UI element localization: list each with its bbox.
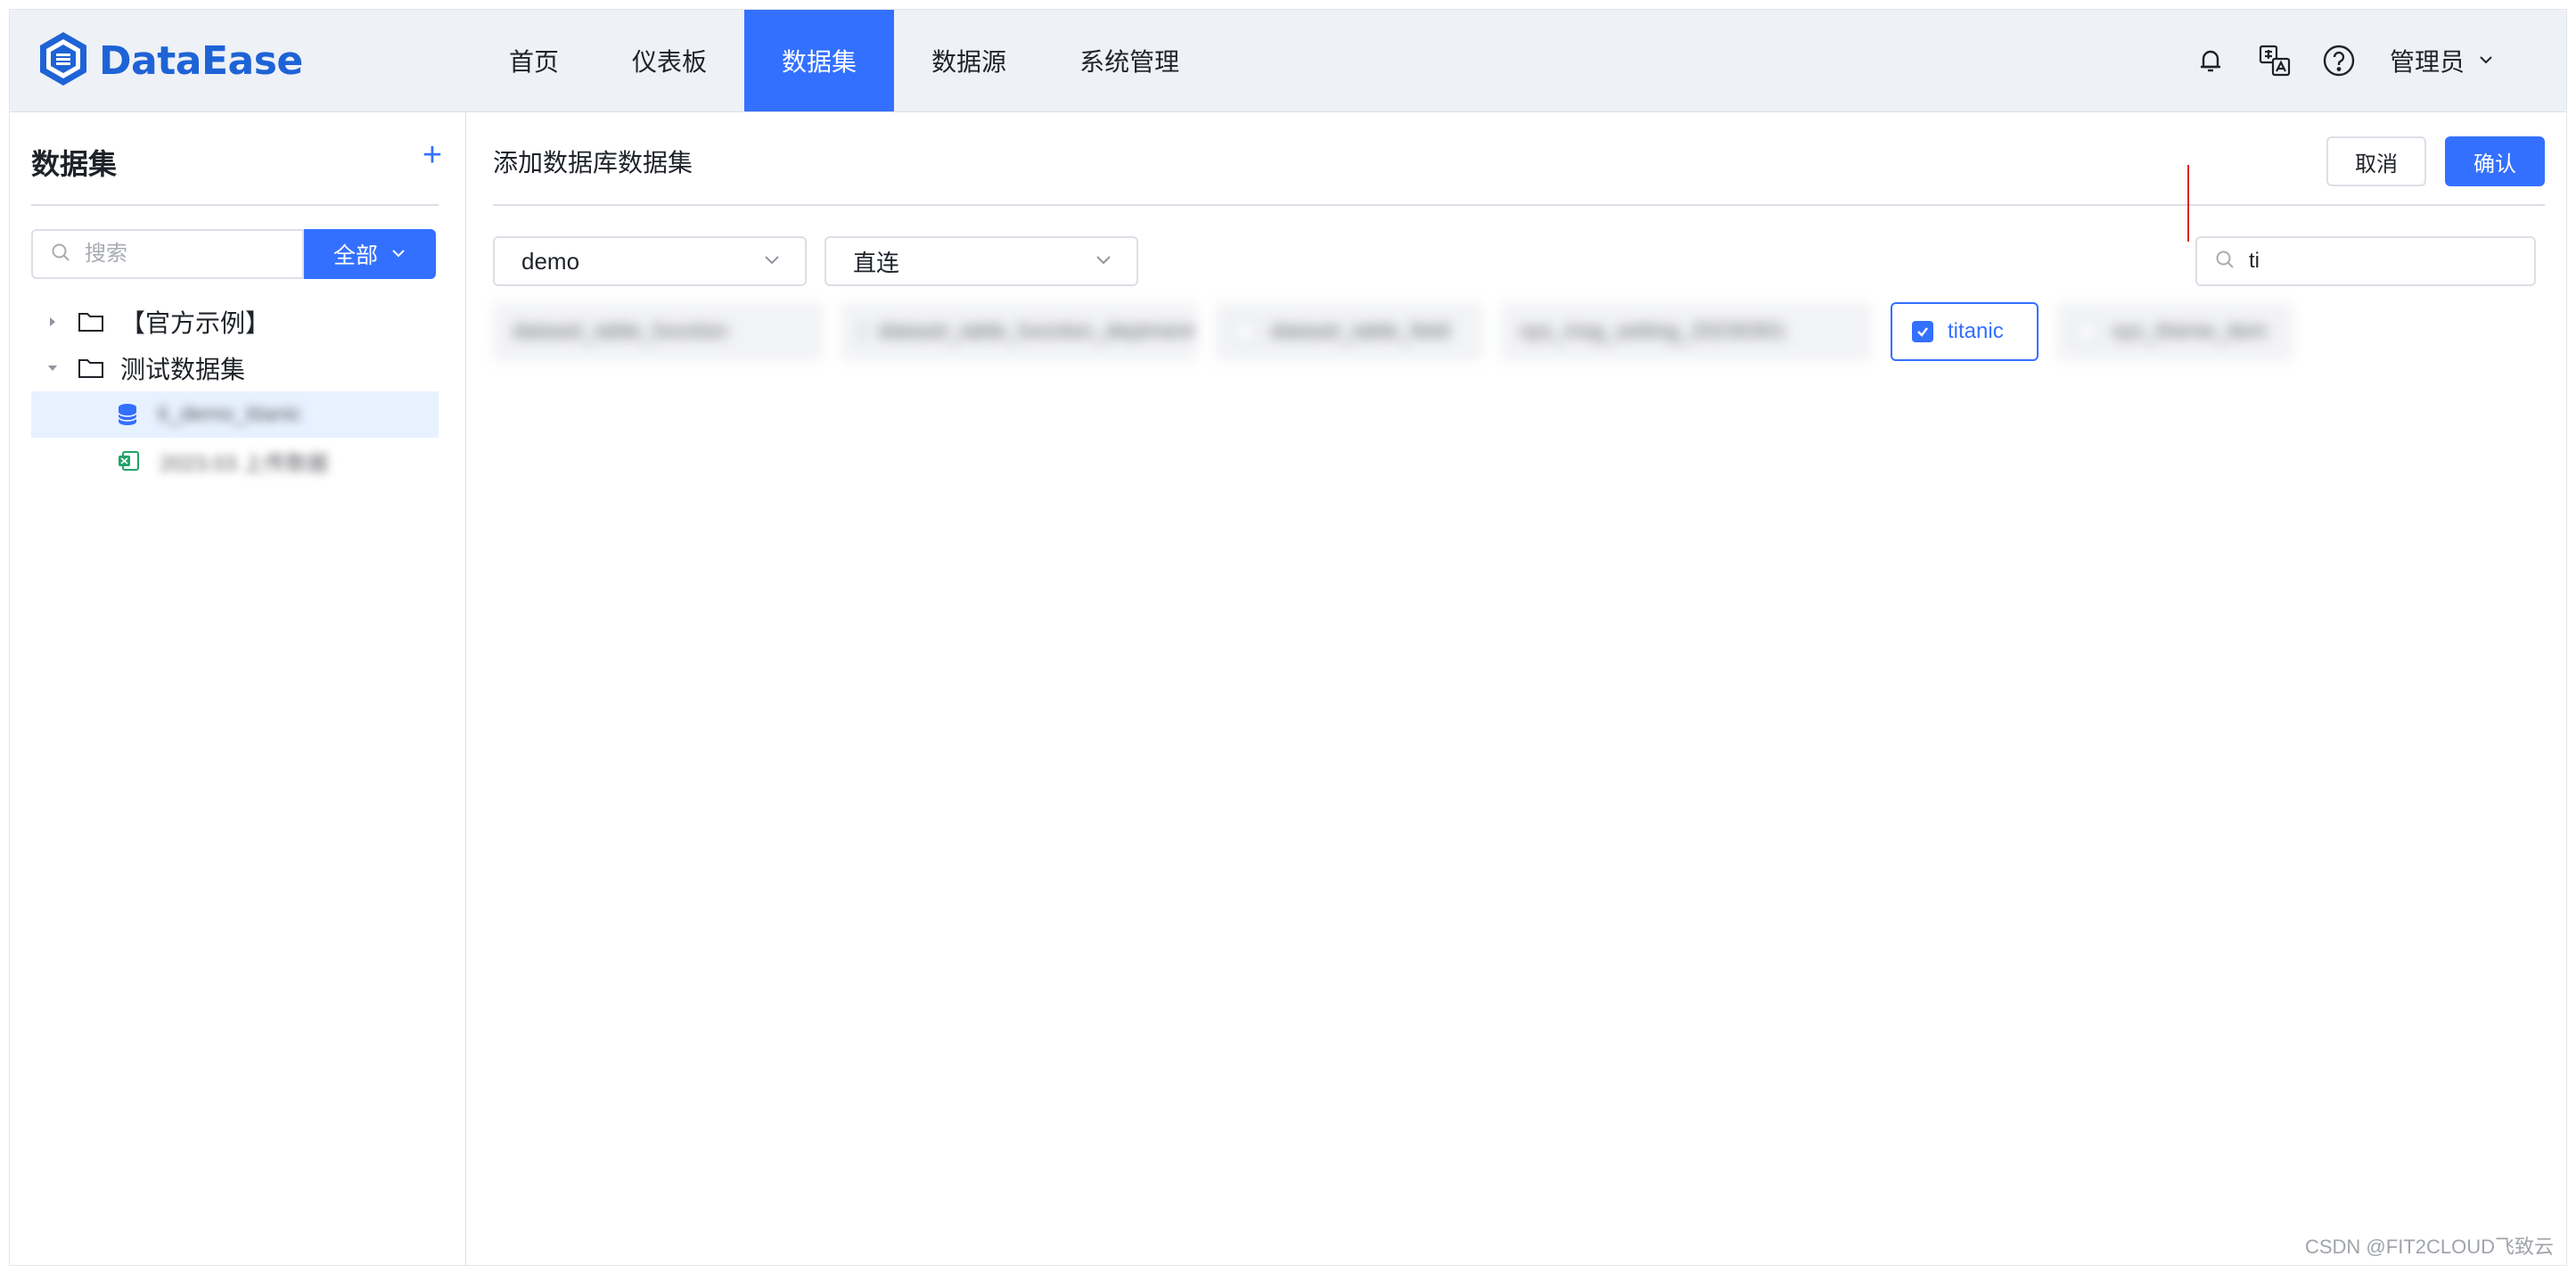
- header-actions: 管理员: [2192, 10, 2495, 111]
- tree-folder-test[interactable]: 测试数据集: [31, 345, 439, 391]
- table-chip[interactable]: dataset_table_function: [493, 302, 823, 361]
- dataease-logo-icon: [37, 30, 90, 92]
- tree-item-excel[interactable]: 2023.03 上传数据: [31, 438, 439, 484]
- checkbox[interactable]: [2076, 321, 2097, 342]
- watermark: CSDN @FIT2CLOUD飞致云: [2304, 1236, 2554, 1258]
- tree-folder-official[interactable]: 【官方示例】: [31, 299, 439, 345]
- table-chip[interactable]: dataset_table_function_deptment: [841, 302, 1197, 361]
- caret-right-icon[interactable]: [40, 316, 65, 328]
- excel-icon: [117, 450, 140, 472]
- caret-down-icon[interactable]: [40, 362, 65, 374]
- table-chip[interactable]: sys_msg_setting_20230301: [1500, 302, 1871, 361]
- tree-folder-label: 【官方示例】: [120, 309, 271, 337]
- table-chip-label: sys_theme_item: [2112, 319, 2268, 343]
- table-chip[interactable]: sys_theme_item: [2056, 302, 2293, 361]
- folder-icon: [78, 357, 104, 380]
- help-icon[interactable]: [2320, 42, 2358, 79]
- table-search-input[interactable]: [2247, 248, 2518, 275]
- logo-text: DataEase: [99, 37, 303, 84]
- checkbox[interactable]: [1235, 321, 1256, 342]
- confirm-button[interactable]: 确认: [2445, 136, 2545, 186]
- filter-all-label: 全部: [332, 243, 378, 268]
- nav-item-home[interactable]: 首页: [473, 10, 595, 111]
- table-chip-label: dataset_table_field: [1270, 319, 1450, 343]
- tree-item-dataset[interactable]: ti_demo_titanic: [31, 391, 439, 438]
- chevron-down-icon: [762, 248, 782, 275]
- add-dataset-button[interactable]: +: [416, 138, 448, 172]
- page-title: 添加数据库数据集: [493, 149, 693, 177]
- nav-item-dataset[interactable]: 数据集: [744, 10, 895, 111]
- top-header: DataEase 首页 仪表板 数据集 数据源 系统管理 管理员: [10, 10, 2566, 112]
- mode-select-value: 直连: [853, 249, 900, 276]
- checkbox-checked[interactable]: [1912, 321, 1933, 342]
- user-name: 管理员: [2389, 48, 2465, 76]
- chevron-down-icon: [390, 242, 406, 267]
- table-chip-label: sys_msg_setting_20230301: [1520, 319, 1786, 343]
- chevron-down-icon: [1094, 248, 1113, 275]
- translate-icon[interactable]: [2256, 42, 2293, 79]
- datasource-select[interactable]: demo: [493, 236, 807, 286]
- user-menu[interactable]: 管理员: [2390, 43, 2495, 78]
- table-chip-label: titanic: [1948, 319, 2004, 343]
- add-dataset-panel: 添加数据库数据集 取消 确认 demo 直连 dataset_table_fun…: [466, 111, 2566, 1265]
- cancel-button[interactable]: 取消: [2326, 136, 2426, 186]
- mode-select[interactable]: 直连: [824, 236, 1138, 286]
- search-icon: [2215, 250, 2235, 274]
- annotation-marker: [2187, 165, 2189, 242]
- table-search[interactable]: [2195, 236, 2536, 286]
- search-icon: [51, 242, 70, 267]
- tree-item-label: 2023.03 上传数据: [160, 451, 329, 476]
- table-chip[interactable]: dataset_table_field: [1215, 302, 1482, 361]
- table-chip-label: dataset_table_function: [513, 319, 728, 343]
- app-logo[interactable]: DataEase: [37, 29, 303, 92]
- table-chip-titanic[interactable]: titanic: [1891, 302, 2039, 361]
- app-window: DataEase 首页 仪表板 数据集 数据源 系统管理 管理员 数据集 + 搜…: [9, 9, 2567, 1266]
- main-nav: 首页 仪表板 数据集 数据源 系统管理: [473, 10, 1215, 111]
- database-icon: [117, 403, 138, 426]
- sidebar-title: 数据集: [31, 148, 118, 180]
- nav-item-datasource[interactable]: 数据源: [896, 10, 1042, 111]
- nav-item-dashboard[interactable]: 仪表板: [596, 10, 742, 111]
- filter-all-button[interactable]: 全部: [304, 229, 436, 279]
- sidebar-divider: [31, 204, 439, 206]
- checkbox[interactable]: [860, 321, 864, 342]
- dataset-tree: 【官方示例】 测试数据集 ti_demo_titanic 2023.03 上传数…: [31, 299, 439, 484]
- sidebar-search[interactable]: [31, 229, 304, 279]
- panel-divider: [493, 204, 2545, 206]
- datasource-select-value: demo: [521, 247, 580, 275]
- nav-item-system[interactable]: 系统管理: [1044, 10, 1215, 111]
- dataset-sidebar: 数据集 + 全部 【官方示例】: [10, 111, 466, 1265]
- bell-icon[interactable]: [2192, 42, 2229, 79]
- folder-icon: [78, 310, 104, 333]
- tree-item-label: ti_demo_titanic: [158, 402, 302, 426]
- chevron-down-icon: [2477, 46, 2495, 75]
- table-chip-label: dataset_table_function_deptment: [878, 319, 1194, 343]
- tree-folder-label: 测试数据集: [120, 356, 246, 383]
- sidebar-search-input[interactable]: [83, 241, 283, 267]
